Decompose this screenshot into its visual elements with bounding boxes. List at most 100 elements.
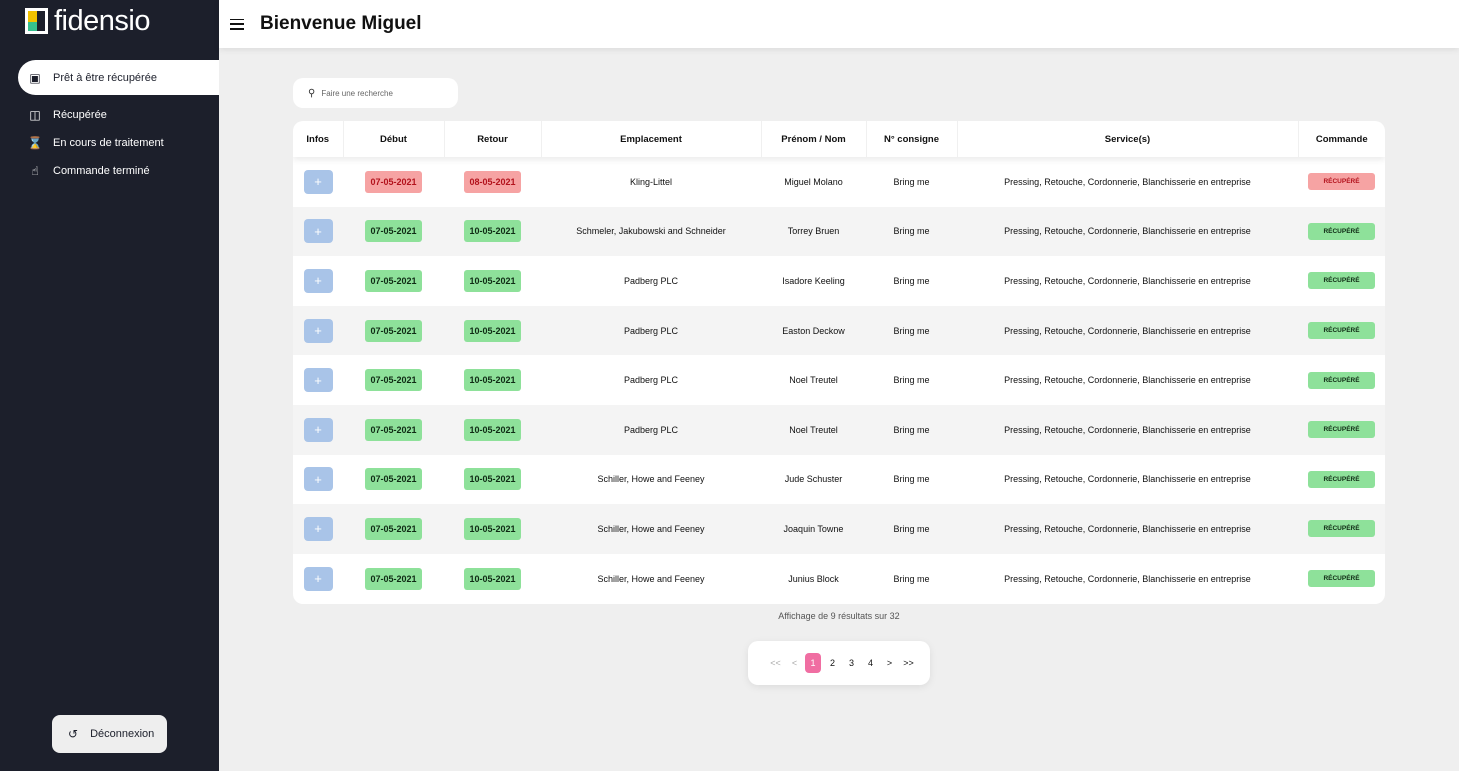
search-input[interactable] [321, 88, 442, 98]
debut-cell: 07-05-2021 [343, 256, 444, 306]
nom-cell: Miguel Molano [784, 176, 843, 187]
hamburger-menu-icon[interactable] [230, 18, 244, 30]
column-header[interactable]: Retour [444, 121, 542, 157]
status-badge[interactable]: RÉCUPÉRÉ [1308, 520, 1375, 538]
column-header[interactable]: N° consigne [866, 121, 958, 157]
table-row: +07-05-2021 10-05-2021 Padberg PLC Easton D… [293, 305, 1385, 356]
page-button-1[interactable]: 1 [805, 653, 821, 673]
commande-cell: RÉCUPÉRÉ [1298, 504, 1385, 554]
column-header[interactable]: Service(s) [957, 121, 1299, 157]
status-badge[interactable]: RÉCUPÉRÉ [1308, 272, 1375, 290]
debut-cell: 07-05-2021 [343, 306, 444, 356]
table-row: +07-05-2021 10-05-2021 Schiller, Howe and … [293, 455, 1385, 505]
info-cell: + [293, 455, 343, 505]
orders-table: Infos Début Retour Emplacement Prénom / … [293, 121, 1385, 603]
debut-cell: 07-05-2021 [343, 455, 444, 505]
sidebar-item-en-cours[interactable]: ⌛ En cours de traitement [0, 129, 219, 157]
commande-cell: RÉCUPÉRÉ [1298, 256, 1385, 306]
logo-mark-icon [25, 8, 48, 34]
emplacement-cell: Schmeler, Jakubowski and Schneider [576, 226, 726, 237]
sidebar-item-terminee[interactable]: ☝ Commande terminé [0, 157, 219, 185]
retour-cell: 10-05-2021 [444, 455, 541, 505]
column-header[interactable]: Prénom / Nom [761, 121, 867, 157]
next-page-button[interactable]: > [880, 658, 899, 668]
page-button-3[interactable]: 3 [842, 658, 861, 668]
info-plus-button[interactable]: + [303, 417, 333, 442]
debut-date-badge: 07-05-2021 [365, 269, 422, 292]
debut-cell: 07-05-2021 [343, 504, 444, 554]
info-plus-button[interactable]: + [303, 368, 333, 393]
debut-date-badge: 07-05-2021 [365, 418, 422, 441]
brand-name: fidensio [54, 5, 150, 37]
table-body: +07-05-2021 08-05-2021 Kling-Littel Miguel … [293, 157, 1385, 603]
table-row: +07-05-2021 10-05-2021 Schmeler, Jakubowsk… [293, 206, 1385, 257]
nom-cell: Noel Treutel [789, 375, 838, 386]
commande-cell: RÉCUPÉRÉ [1298, 455, 1385, 505]
retour-date-badge: 10-05-2021 [464, 468, 521, 491]
retour-date-badge: 10-05-2021 [464, 567, 521, 590]
retour-date-badge: 10-05-2021 [464, 220, 521, 243]
logout-button[interactable]: ↺ Déconnexion [52, 715, 167, 753]
consigne-cell: Bring me [893, 523, 930, 534]
emplacement-cell: Padberg PLC [623, 275, 679, 286]
emplacement-cell: Schiller, Howe and Feeney [597, 474, 705, 485]
info-cell: + [293, 256, 343, 306]
info-plus-button[interactable]: + [303, 467, 333, 492]
emplacement-cell: Padberg PLC [623, 424, 679, 435]
debut-cell: 07-05-2021 [343, 554, 444, 604]
emplacement-cell: Kling-Littel [629, 176, 673, 187]
commande-cell: RÉCUPÉRÉ [1298, 306, 1385, 356]
first-page-button[interactable]: << [766, 658, 785, 668]
info-plus-button[interactable]: + [303, 268, 333, 293]
column-header[interactable]: Emplacement [541, 121, 762, 157]
retour-cell: 10-05-2021 [444, 355, 541, 405]
results-count: Affichage de 9 résultats sur 32 [778, 611, 900, 621]
search-icon: ⚲ [308, 87, 316, 99]
info-plus-button[interactable]: + [303, 566, 333, 591]
table-header-row: Infos Début Retour Emplacement Prénom / … [293, 121, 1385, 157]
table-row: +07-05-2021 10-05-2021 Padberg PLC Noel Tre… [293, 404, 1385, 455]
logo[interactable]: fidensio [25, 6, 150, 36]
status-badge[interactable]: RÉCUPÉRÉ [1308, 570, 1375, 588]
info-cell: + [293, 554, 343, 604]
debut-cell: 07-05-2021 [343, 355, 444, 405]
info-plus-button[interactable]: + [303, 318, 333, 343]
services-cell: Pressing, Retouche, Cordonnerie, Blanchi… [1004, 325, 1251, 336]
status-badge[interactable]: RÉCUPÉRÉ [1308, 173, 1375, 191]
sidebar: fidensio ▣ Prêt à être récupérée ◫ Récup… [0, 0, 219, 771]
prev-page-button[interactable]: < [785, 658, 804, 668]
page-button-2[interactable]: 2 [823, 658, 842, 668]
info-cell: + [293, 405, 343, 455]
sidebar-item-label: En cours de traitement [53, 137, 164, 149]
retour-date-badge: 08-05-2021 [464, 170, 521, 193]
retour-cell: 08-05-2021 [444, 157, 541, 207]
info-plus-button[interactable]: + [303, 219, 333, 244]
emplacement-cell: Schiller, Howe and Feeney [597, 523, 705, 534]
commande-cell: RÉCUPÉRÉ [1298, 207, 1385, 257]
nom-cell: Isadore Keeling [782, 275, 845, 286]
info-plus-button[interactable]: + [303, 169, 333, 194]
page-button-4[interactable]: 4 [861, 658, 880, 668]
status-badge[interactable]: RÉCUPÉRÉ [1308, 470, 1375, 488]
consigne-cell: Bring me [893, 375, 930, 386]
status-badge[interactable]: RÉCUPÉRÉ [1308, 322, 1375, 340]
services-cell: Pressing, Retouche, Cordonnerie, Blanchi… [1004, 523, 1251, 534]
commande-cell: RÉCUPÉRÉ [1298, 355, 1385, 405]
status-badge[interactable]: RÉCUPÉRÉ [1308, 371, 1375, 389]
sidebar-item-recuperee[interactable]: ◫ Récupérée [0, 101, 219, 129]
last-page-button[interactable]: >> [899, 658, 918, 668]
sidebar-item-pret[interactable]: ▣ Prêt à être récupérée [18, 60, 219, 95]
info-plus-button[interactable]: + [303, 516, 333, 541]
page-title: Bienvenue Miguel [260, 13, 422, 34]
services-cell: Pressing, Retouche, Cordonnerie, Blanchi… [1004, 424, 1251, 435]
column-header[interactable]: Commande [1298, 121, 1385, 157]
info-cell: + [293, 355, 343, 405]
status-badge[interactable]: RÉCUPÉRÉ [1308, 222, 1375, 240]
column-header[interactable]: Début [343, 121, 445, 157]
debut-date-badge: 07-05-2021 [365, 517, 422, 540]
status-badge[interactable]: RÉCUPÉRÉ [1308, 421, 1375, 439]
nom-cell: Noel Treutel [789, 424, 838, 435]
nom-cell: Joaquin Towne [783, 523, 844, 534]
emplacement-cell: Padberg PLC [623, 375, 679, 386]
search-box[interactable]: ⚲ [293, 78, 458, 108]
